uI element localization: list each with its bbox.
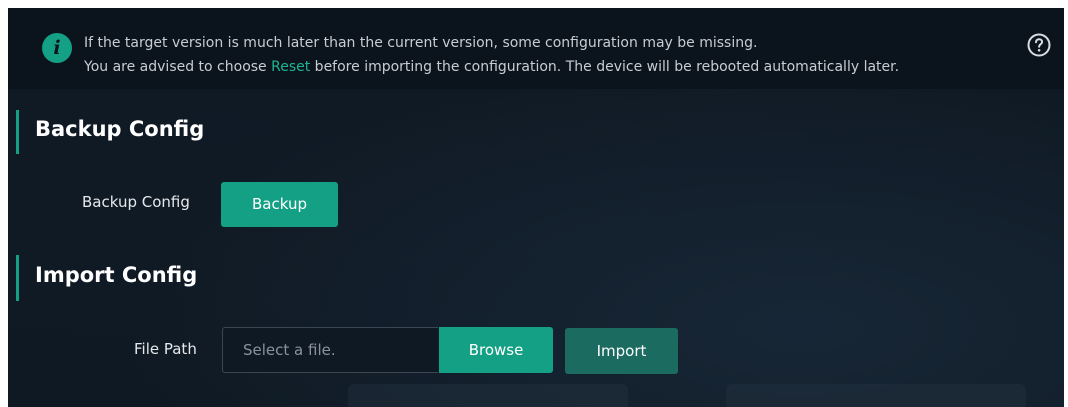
backup-config-label: Backup Config <box>82 193 190 211</box>
notice-line-1: If the target version is much later than… <box>84 35 758 51</box>
info-icon: i <box>42 33 72 63</box>
import-button[interactable]: Import <box>565 328 678 374</box>
notice-line-2: You are advised to choose Reset before i… <box>84 59 899 75</box>
section-accent-bar <box>16 255 19 301</box>
background-decoration <box>348 384 628 407</box>
background-decoration <box>726 384 1026 407</box>
backup-button[interactable]: Backup <box>221 182 338 227</box>
notice-banner: i If the target version is much later th… <box>8 8 1064 89</box>
reset-link[interactable]: Reset <box>271 59 310 75</box>
browse-button[interactable]: Browse <box>439 327 553 373</box>
section-accent-bar <box>16 110 19 154</box>
notice-text-after: before importing the configuration. The … <box>310 59 900 75</box>
config-panel: i If the target version is much later th… <box>8 8 1064 407</box>
notice-text-before: You are advised to choose <box>84 59 272 75</box>
file-path-input[interactable] <box>222 327 438 373</box>
file-path-label: File Path <box>134 340 197 358</box>
import-section-title: Import Config <box>35 263 198 287</box>
backup-section-title: Backup Config <box>35 117 205 141</box>
help-circle-icon[interactable] <box>1027 33 1051 57</box>
